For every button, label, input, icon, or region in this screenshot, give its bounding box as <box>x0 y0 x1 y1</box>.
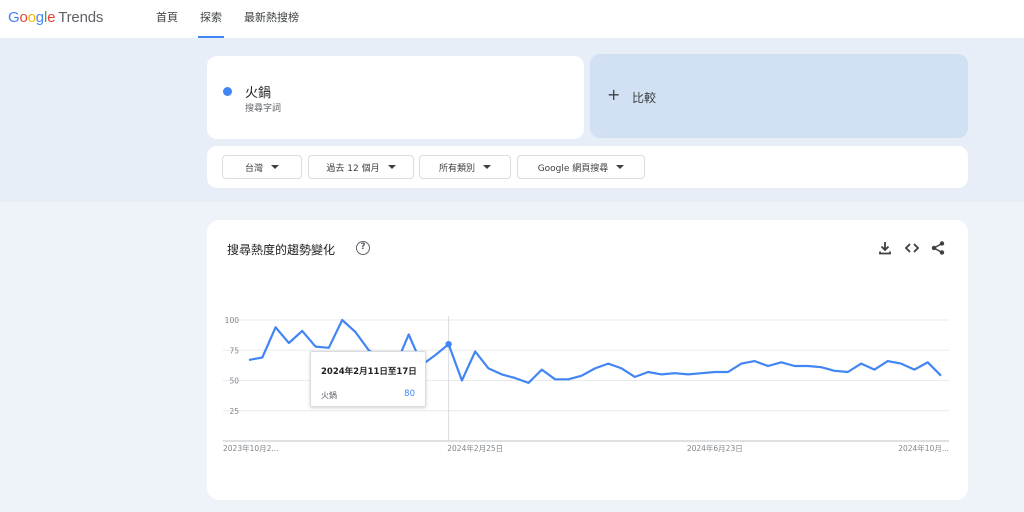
logo-trends-text: Trends <box>58 9 104 26</box>
x-tick-label: 2024年2月25日 <box>447 443 503 453</box>
logo-letter: g <box>35 9 44 26</box>
chevron-down-icon <box>387 165 396 169</box>
y-axis-ticks: 100 75 50 25 <box>225 316 240 416</box>
filter-region-label: 台灣 <box>244 163 263 174</box>
search-term-name: 火鍋 <box>245 86 272 101</box>
logo-letter: o <box>19 9 28 26</box>
filter-region[interactable]: 台灣 <box>222 155 302 179</box>
logo-letter: G <box>8 9 20 26</box>
top-bar: Google Trends 首頁 探索 最新熱搜榜 <box>0 0 1024 38</box>
x-tick-label: 2024年6月23日 <box>687 443 743 453</box>
compare-label: 比較 <box>632 91 657 105</box>
tooltip-date: 2024年2月11日至17日 <box>321 367 417 377</box>
plus-icon: + <box>607 85 621 104</box>
x-axis-ticks: 2023年10月2... 2024年2月25日 2024年6月23日 2024年10月… <box>223 443 949 453</box>
chevron-down-icon <box>271 165 279 169</box>
hover-tooltip: 2024年2月11日至17日 火鍋 80 <box>310 351 426 407</box>
interest-over-time-card: 搜尋熱度的趨勢變化 ? 100 75 50 25 2023年10月2... 2024年2… <box>207 220 968 500</box>
filter-time-label: 過去 12 個月 <box>326 163 380 174</box>
hover-point <box>445 341 452 348</box>
x-tick-label: 2023年10月2... <box>223 443 279 453</box>
main-nav: 首頁 探索 最新熱搜榜 <box>150 0 315 38</box>
chevron-down-icon <box>616 165 625 169</box>
y-tick-label: 50 <box>229 377 239 386</box>
chevron-down-icon <box>483 165 491 169</box>
y-tick-label: 100 <box>225 316 240 325</box>
filter-search-type[interactable]: Google 網頁搜尋 <box>517 155 645 179</box>
y-tick-label: 25 <box>229 407 239 416</box>
compare-button[interactable]: + 比較 <box>590 54 968 138</box>
nav-trending-now[interactable]: 最新熱搜榜 <box>238 0 305 38</box>
filter-bar: 台灣 過去 12 個月 所有類別 Google 網頁搜尋 <box>207 146 968 188</box>
nav-explore[interactable]: 探索 <box>194 0 228 38</box>
tooltip-value: 80 <box>404 389 415 399</box>
data-points <box>445 341 452 348</box>
filter-category[interactable]: 所有類別 <box>419 155 511 179</box>
logo-letter: o <box>27 9 36 26</box>
filter-category-label: 所有類別 <box>438 163 475 174</box>
filter-search-type-label: Google 網頁搜尋 <box>537 163 609 174</box>
nav-home[interactable]: 首頁 <box>150 0 184 38</box>
x-tick-label: 2024年10月... <box>898 443 949 453</box>
search-term-card[interactable]: 火鍋 搜尋字詞 <box>207 56 584 139</box>
filter-time-range[interactable]: 過去 12 個月 <box>308 155 414 179</box>
google-trends-logo[interactable]: Google Trends <box>8 9 103 29</box>
tooltip-term: 火鍋 <box>321 391 337 400</box>
search-term-type: 搜尋字詞 <box>245 104 282 114</box>
term-color-dot <box>223 87 232 96</box>
logo-letter: e <box>47 9 56 26</box>
logo-google-wordmark: Google <box>8 9 55 26</box>
y-tick-label: 75 <box>229 346 239 355</box>
